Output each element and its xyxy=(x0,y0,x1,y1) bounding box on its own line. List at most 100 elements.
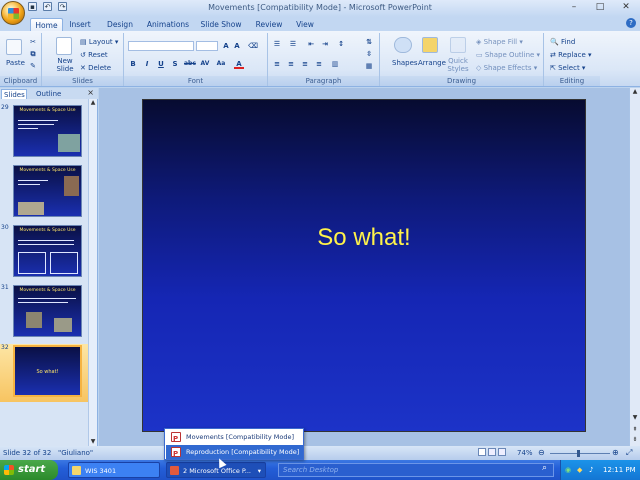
sorter-view-icon[interactable] xyxy=(488,448,496,456)
thumbnail-slide-31[interactable]: 31 Movements & Space Use xyxy=(0,284,88,342)
paste-icon[interactable] xyxy=(6,39,22,55)
font-color-button[interactable]: A xyxy=(234,59,244,69)
zoom-out-icon[interactable]: ⊖ xyxy=(538,448,545,457)
volume-icon[interactable]: ♪ xyxy=(589,460,593,480)
scroll-up-icon[interactable]: ▲ xyxy=(89,99,97,107)
thumbnail-title: Movements & Space Use xyxy=(19,288,76,293)
maximize-button[interactable]: □ xyxy=(588,1,612,15)
text-direction-icon[interactable]: ⇅ xyxy=(364,37,374,47)
vertical-scrollbar[interactable]: ▲ ▼ ⇞ ⇟ xyxy=(629,88,640,446)
replace-button[interactable]: ⇄ Replace ▾ xyxy=(550,51,592,59)
grow-font-icon[interactable]: A xyxy=(221,41,231,51)
change-case-button[interactable]: Aa xyxy=(216,59,226,69)
thumbnail-slide-32[interactable]: 32 So what! xyxy=(0,344,88,402)
office-button[interactable] xyxy=(1,1,25,25)
strikethrough-button[interactable]: abc xyxy=(184,59,196,69)
scroll-down-icon[interactable]: ▼ xyxy=(89,438,97,446)
arrange-label[interactable]: Arrange xyxy=(418,59,446,67)
shape-effects-button[interactable]: ◇ Shape Effects ▾ xyxy=(476,64,537,72)
shape-outline-button[interactable]: ▭ Shape Outline ▾ xyxy=(476,51,540,59)
italic-button[interactable]: I xyxy=(142,59,152,69)
font-name-combo[interactable] xyxy=(128,41,194,51)
columns-icon[interactable]: ▥ xyxy=(330,59,340,69)
align-right-icon[interactable]: ≡ xyxy=(300,59,310,69)
delete-button[interactable]: ✕ Delete xyxy=(80,64,111,72)
copy-icon[interactable]: ⧉ xyxy=(28,49,38,59)
shadow-button[interactable]: S xyxy=(170,59,180,69)
search-icon[interactable]: ⌕ xyxy=(542,463,547,473)
tab-design[interactable]: Design xyxy=(101,18,139,31)
tab-view[interactable]: View xyxy=(291,18,319,31)
format-painter-icon[interactable]: ✎ xyxy=(28,61,38,71)
smartart-icon[interactable]: ▦ xyxy=(364,61,374,71)
slide-title-text[interactable]: So what! xyxy=(143,224,585,252)
justify-icon[interactable]: ≡ xyxy=(314,59,324,69)
quick-styles-label[interactable]: Quick Styles xyxy=(446,57,470,73)
new-slide-label[interactable]: New Slide xyxy=(54,57,76,73)
align-center-icon[interactable]: ≡ xyxy=(286,59,296,69)
shapes-icon[interactable] xyxy=(394,37,412,53)
shrink-font-icon[interactable]: A xyxy=(232,41,242,51)
reset-label: Reset xyxy=(88,51,108,59)
thumbnail-slide-29b[interactable]: Movements & Space Use xyxy=(0,164,88,222)
tab-slides[interactable]: Slides xyxy=(1,89,27,99)
align-left-icon[interactable]: ≡ xyxy=(272,59,282,69)
slideshow-view-icon[interactable] xyxy=(498,448,506,456)
quick-styles-icon[interactable] xyxy=(450,37,466,53)
previous-slide-icon[interactable]: ⇞ xyxy=(631,426,639,434)
spacing-button[interactable]: AV xyxy=(200,59,210,69)
zoom-slider[interactable] xyxy=(550,453,610,454)
next-slide-icon[interactable]: ⇟ xyxy=(631,436,639,444)
security-icon[interactable]: ◆ xyxy=(577,460,582,480)
taskbar-item-powerpoint[interactable]: 2 Microsoft Office P... ▾ xyxy=(166,462,266,478)
network-icon[interactable]: ◉ xyxy=(565,460,571,480)
bullets-icon[interactable]: ☰ xyxy=(272,39,282,49)
thumbnail-title: Movements & Space Use xyxy=(19,168,76,173)
cut-icon[interactable]: ✂ xyxy=(28,37,38,47)
tab-home[interactable]: Home xyxy=(30,18,63,31)
reset-button[interactable]: ↺ Reset xyxy=(80,51,108,59)
help-icon[interactable]: ? xyxy=(626,18,636,28)
popup-item-reproduction[interactable]: Reproduction [Compatibility Mode] xyxy=(166,445,303,461)
shape-fill-button[interactable]: ◈ Shape Fill ▾ xyxy=(476,38,523,46)
underline-button[interactable]: U xyxy=(156,59,166,69)
numbering-icon[interactable]: ☰ xyxy=(288,39,298,49)
tab-outline[interactable]: Outline xyxy=(36,89,64,99)
tab-slide-show[interactable]: Slide Show xyxy=(198,18,244,31)
zoom-in-icon[interactable]: ⊕ xyxy=(612,448,619,457)
thumbnail-slide-30[interactable]: 30 Movements & Space Use xyxy=(0,224,88,282)
start-button[interactable]: start xyxy=(0,460,58,480)
bold-button[interactable]: B xyxy=(128,59,138,69)
line-spacing-icon[interactable]: ↕ xyxy=(336,39,346,49)
increase-indent-icon[interactable]: ⇥ xyxy=(320,39,330,49)
scroll-down-icon[interactable]: ▼ xyxy=(631,414,639,422)
current-slide[interactable]: So what! xyxy=(142,99,586,432)
new-slide-icon[interactable] xyxy=(56,37,72,55)
decrease-indent-icon[interactable]: ⇤ xyxy=(306,39,316,49)
clear-format-icon[interactable]: ⌫ xyxy=(248,41,258,51)
align-text-icon[interactable]: ⇳ xyxy=(364,49,374,59)
tab-insert[interactable]: Insert xyxy=(64,18,96,31)
arrange-icon[interactable] xyxy=(422,37,438,53)
layout-button[interactable]: ▤ Layout ▾ xyxy=(80,38,118,46)
tab-review[interactable]: Review xyxy=(252,18,286,31)
find-button[interactable]: 🔍 Find xyxy=(550,38,575,46)
tab-animations[interactable]: Animations xyxy=(143,18,193,31)
popup-item-movements[interactable]: Movements [Compatibility Mode] xyxy=(166,430,303,446)
fit-to-window-icon[interactable]: ⤢ xyxy=(626,448,632,458)
pane-scrollbar[interactable]: ▲ ▼ xyxy=(88,99,97,446)
normal-view-icon[interactable] xyxy=(478,448,486,456)
close-pane-icon[interactable]: × xyxy=(87,88,94,97)
zoom-level[interactable]: 74% xyxy=(517,449,533,457)
taskbar-item-folder[interactable]: WIS 3401 xyxy=(68,462,160,478)
thumbnail-slide-29[interactable]: 29 Movements & Space Use xyxy=(0,104,88,162)
zoom-slider-thumb[interactable] xyxy=(577,450,580,457)
close-button[interactable]: ✕ xyxy=(614,1,638,15)
select-button[interactable]: ⇱ Select ▾ xyxy=(550,64,585,72)
desktop-search-input[interactable]: Search Desktop xyxy=(278,463,554,477)
font-size-combo[interactable] xyxy=(196,41,218,51)
slides-group: New Slide ▤ Layout ▾ ↺ Reset ✕ Delete Sl… xyxy=(42,33,124,86)
shapes-label[interactable]: Shapes xyxy=(392,59,418,67)
scroll-up-icon[interactable]: ▲ xyxy=(631,88,639,96)
minimize-button[interactable]: – xyxy=(562,1,586,15)
